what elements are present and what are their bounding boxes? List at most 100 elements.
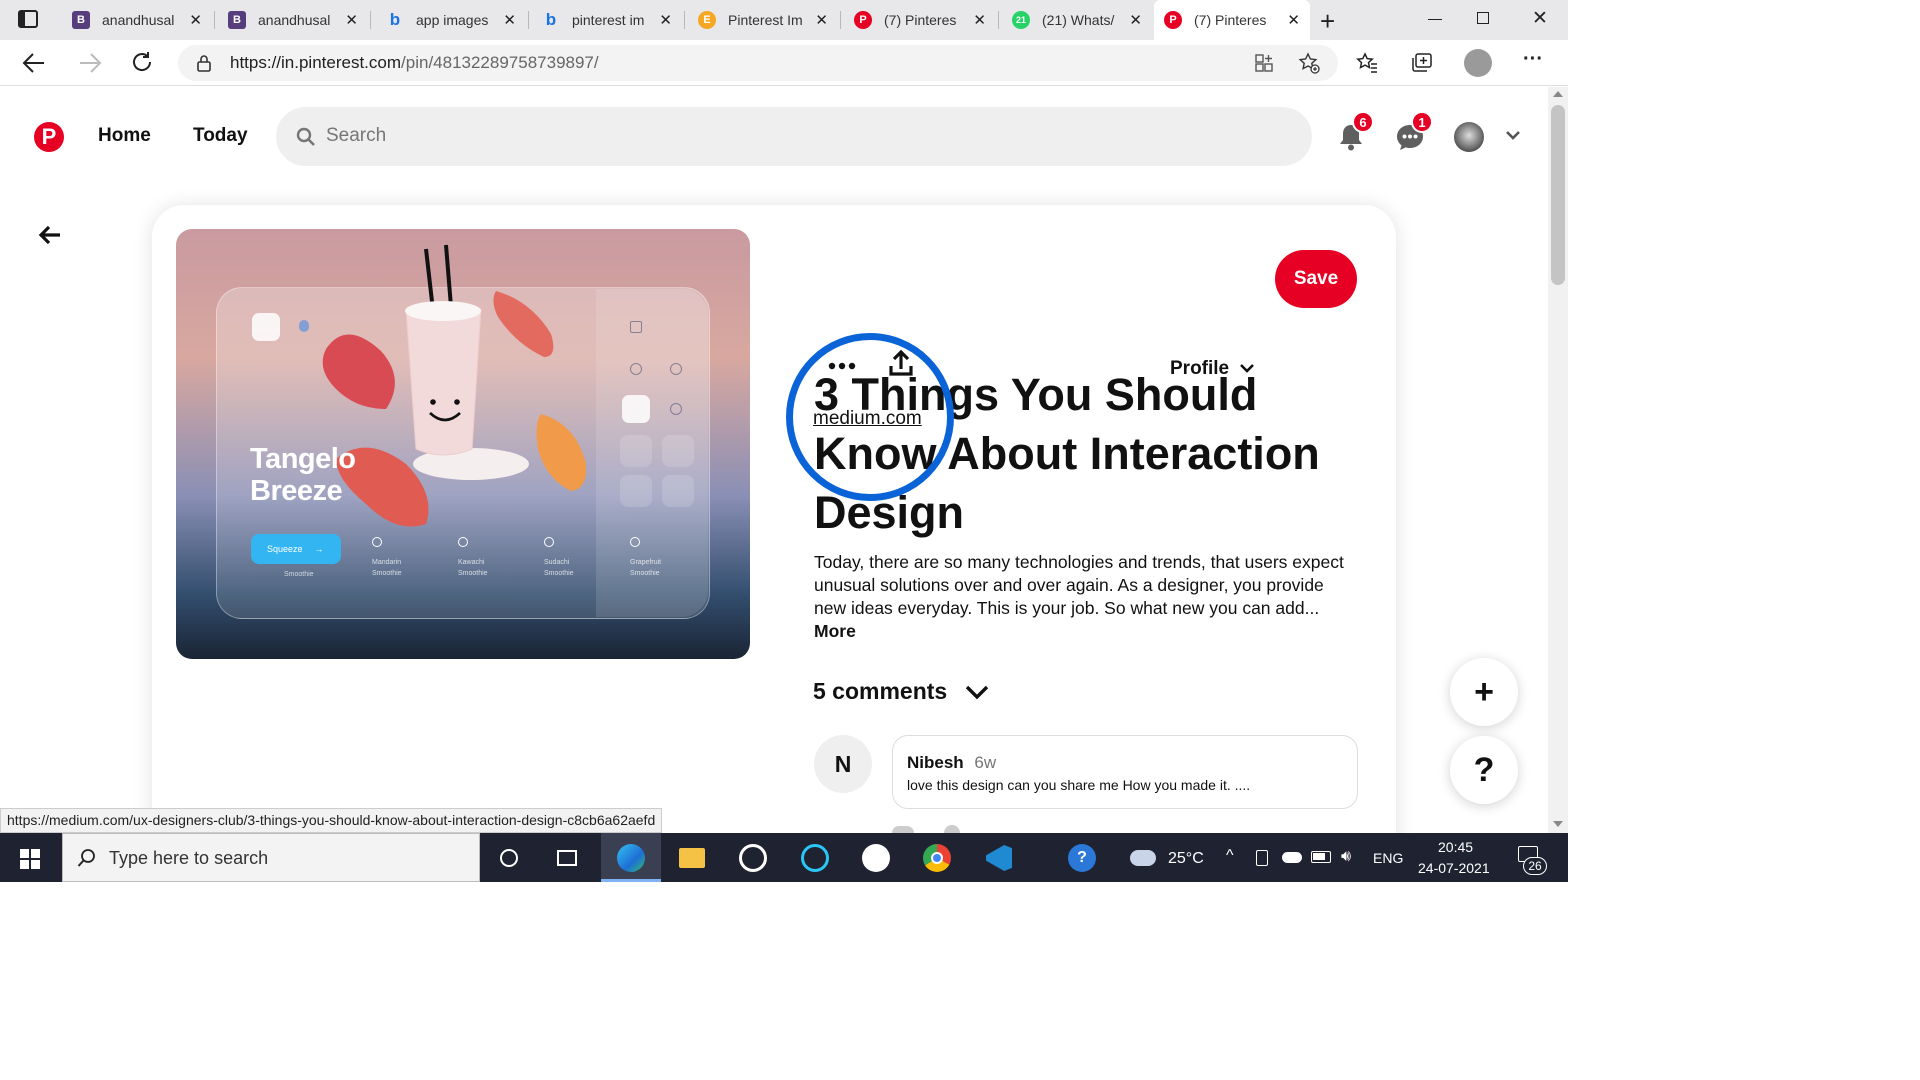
comment-author[interactable]: Nibesh — [907, 753, 964, 772]
language-indicator[interactable]: ENG — [1373, 850, 1403, 866]
rail-icon — [662, 435, 694, 467]
refresh-icon[interactable] — [130, 50, 154, 74]
chrome-icon[interactable] — [922, 843, 952, 873]
taskbar-search[interactable]: Type here to search — [62, 833, 480, 882]
flavor-icon — [630, 537, 640, 547]
back-arrow-icon[interactable] — [38, 225, 62, 245]
vscode-icon[interactable] — [984, 843, 1014, 873]
reply-icon[interactable] — [944, 825, 960, 833]
flavor-name: Kawachi — [458, 559, 485, 566]
settings-more-icon[interactable]: ··· — [1523, 48, 1543, 71]
show-hidden-icons-icon[interactable]: ^ — [1226, 847, 1234, 865]
browser-tab[interactable]: B anandhusal ✕ — [62, 0, 212, 40]
pinterest-icon: P — [854, 11, 872, 29]
tab-title: pinterest im — [572, 12, 645, 28]
close-tab-icon[interactable]: ✕ — [973, 11, 986, 29]
add-pin-button[interactable]: + — [1450, 658, 1518, 726]
browser-tab[interactable]: B anandhusal ✕ — [218, 0, 368, 40]
close-tab-icon[interactable]: ✕ — [815, 11, 828, 29]
minimize-icon[interactable] — [1428, 19, 1442, 20]
scroll-down-icon[interactable] — [1553, 821, 1563, 827]
user-avatar[interactable] — [1454, 122, 1484, 152]
browser-tab[interactable]: 21 (21) Whats/ ✕ — [1002, 0, 1152, 40]
nav-today[interactable]: Today — [193, 125, 248, 147]
rail-icon — [662, 475, 694, 507]
cortana-icon[interactable] — [494, 843, 524, 873]
scroll-up-icon[interactable] — [1553, 91, 1563, 97]
close-tab-icon[interactable]: ✕ — [189, 11, 202, 29]
add-favorite-icon[interactable] — [1298, 52, 1320, 74]
alexa-icon[interactable] — [800, 843, 830, 873]
flavor-name: Mandarin — [372, 559, 402, 566]
volume-icon[interactable]: 🔊︎ — [1341, 848, 1351, 866]
comments-toggle[interactable]: 5 comments — [813, 678, 989, 705]
browser-tab-active[interactable]: P (7) Pinteres ✕ — [1154, 0, 1310, 40]
collections-icon[interactable] — [1410, 52, 1434, 74]
clock-time[interactable]: 20:45 — [1438, 839, 1473, 855]
task-view-icon[interactable] — [552, 843, 582, 873]
close-tab-icon[interactable]: ✕ — [659, 11, 672, 29]
pinterest-logo[interactable]: P — [34, 122, 64, 152]
weather-temperature[interactable]: 25°C — [1168, 850, 1204, 868]
back-icon[interactable] — [22, 52, 46, 74]
browser-tab[interactable]: P (7) Pinteres ✕ — [844, 0, 996, 40]
comment-avatar[interactable]: N — [814, 735, 872, 793]
close-tab-icon[interactable]: ✕ — [345, 11, 358, 29]
rail-icon — [630, 321, 642, 333]
flavor-name: Sudachi — [544, 559, 570, 566]
help-button[interactable]: ? — [1450, 736, 1518, 804]
browser-tab[interactable]: b pinterest im ✕ — [532, 0, 682, 40]
forward-icon[interactable] — [78, 52, 102, 74]
clock-date[interactable]: 24-07-2021 — [1418, 860, 1490, 876]
scroll-thumb[interactable] — [1551, 105, 1565, 285]
tab-actions-icon[interactable] — [18, 10, 38, 28]
new-tab-icon[interactable]: + — [1320, 6, 1335, 37]
comment-actions-row — [892, 824, 1362, 833]
onedrive-icon[interactable] — [1282, 852, 1302, 863]
lock-icon[interactable] — [196, 54, 212, 72]
favorites-icon[interactable] — [1356, 52, 1378, 74]
notification-badge: 6 — [1352, 111, 1374, 133]
flavor-item: Grapefruit Smoothie — [630, 537, 661, 579]
arrow-right-icon: → — [314, 544, 324, 554]
tray-app-icon[interactable] — [1256, 850, 1268, 866]
tab-title: anandhusal — [258, 12, 331, 28]
close-tab-icon[interactable]: ✕ — [1129, 11, 1142, 29]
restore-icon[interactable] — [1477, 12, 1489, 24]
weather-icon[interactable] — [1128, 843, 1158, 873]
close-tab-icon[interactable]: ✕ — [503, 11, 516, 29]
address-bar[interactable]: https://in.pinterest.com/pin/48132289758… — [178, 45, 1338, 81]
browser-toolbar: https://in.pinterest.com/pin/48132289758… — [0, 40, 1568, 86]
rail-icon — [620, 475, 652, 507]
bootstrap-icon: B — [228, 11, 246, 29]
browser-tab[interactable]: E Pinterest Im ✕ — [688, 0, 838, 40]
nav-home[interactable]: Home — [98, 125, 151, 147]
tab-title: (7) Pinteres — [884, 12, 957, 28]
search-icon — [296, 127, 315, 146]
pin-image[interactable]: Tangelo Breeze Squeeze → Smoothie Mandari… — [176, 229, 750, 659]
url-text[interactable]: https://in.pinterest.com/pin/48132289758… — [230, 53, 599, 73]
pin-image-title: Tangelo Breeze — [250, 443, 356, 507]
profile-avatar[interactable] — [1464, 49, 1492, 77]
search-input[interactable] — [326, 121, 1226, 151]
browser-tab[interactable]: b app images ✕ — [376, 0, 526, 40]
edge-icon[interactable] — [616, 843, 646, 873]
battery-icon[interactable] — [1311, 851, 1331, 863]
heart-icon[interactable] — [892, 826, 914, 833]
close-window-icon[interactable]: ✕ — [1532, 7, 1548, 30]
windows-start-icon[interactable] — [20, 849, 40, 869]
close-tab-icon[interactable]: ✕ — [1287, 11, 1300, 29]
bing-icon: b — [389, 10, 401, 29]
file-explorer-icon[interactable] — [677, 843, 707, 873]
pinterest-page: P Home Today 6 1 — [0, 87, 1548, 833]
app-available-icon[interactable] — [1254, 53, 1274, 73]
more-link[interactable]: More — [814, 621, 856, 641]
chevron-down-icon — [966, 685, 989, 699]
search-bar[interactable] — [276, 107, 1312, 166]
github-desktop-icon[interactable] — [738, 843, 768, 873]
help-app-icon[interactable]: ? — [1067, 843, 1097, 873]
save-button[interactable]: Save — [1275, 250, 1357, 308]
account-chevron-icon[interactable] — [1505, 130, 1521, 142]
page-scrollbar[interactable] — [1548, 87, 1568, 833]
app-icon[interactable] — [861, 843, 891, 873]
